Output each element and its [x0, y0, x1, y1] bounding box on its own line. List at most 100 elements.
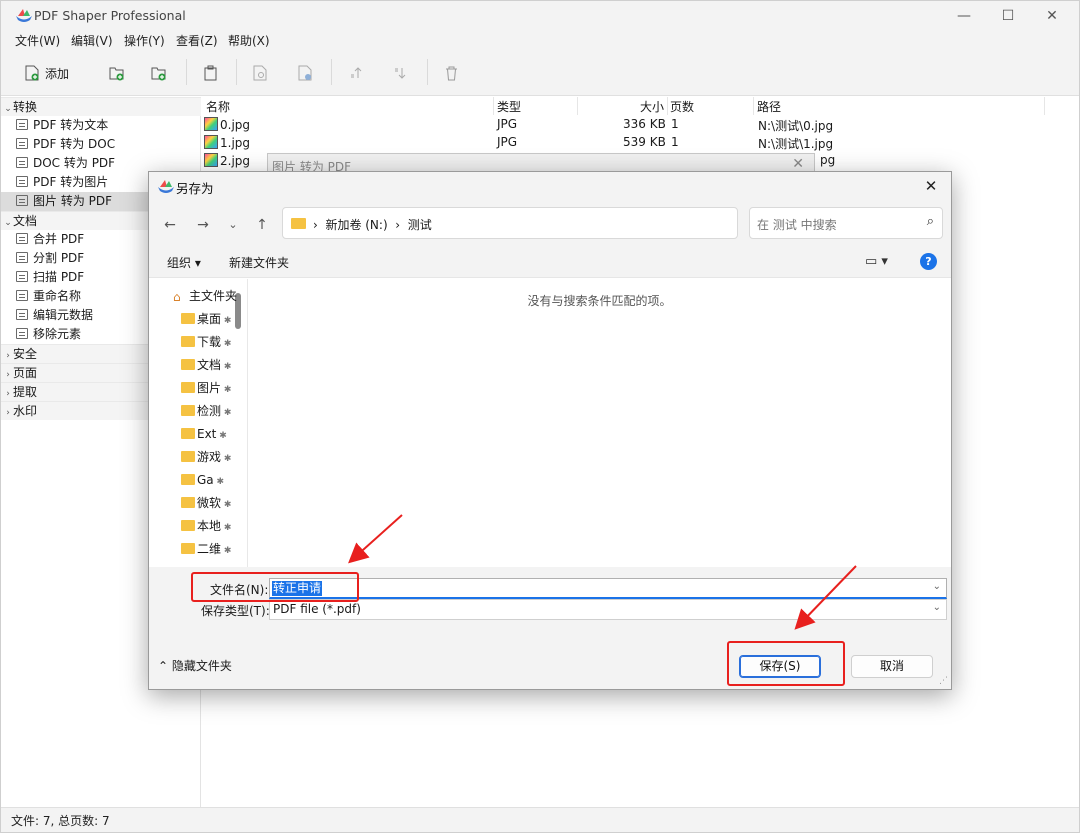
filetype-value: PDF file (*.pdf) [273, 602, 361, 616]
preview-file-icon [253, 65, 267, 81]
dialog-title-bar: 另存为 ✕ [149, 172, 951, 200]
document-icon [16, 290, 28, 301]
hide-folders-toggle[interactable]: ⌃ 隐藏文件夹 [158, 657, 232, 674]
search-box[interactable]: 在 测试 中搜索 ⌕ [749, 207, 943, 239]
app-logo-icon [158, 180, 174, 193]
file-row[interactable]: 0.jpg JPG 336 KB 1 N:\测试\0.jpg [201, 116, 1079, 134]
document-icon [16, 309, 28, 320]
address-bar[interactable]: › 新加卷 (N:) › 测试 ⌄ ↻ [282, 207, 862, 239]
filetype-select[interactable]: PDF file (*.pdf) ⌄ [269, 599, 947, 620]
move-down-button [393, 63, 407, 83]
chevron-right-icon: › [6, 408, 10, 418]
help-icon[interactable]: ? [920, 253, 937, 270]
menu-file[interactable]: 文件(W) [15, 32, 60, 49]
column-name[interactable]: 名称 [206, 98, 230, 115]
nav-pane-item[interactable]: 桌面 ✱ [181, 308, 255, 330]
folder-icon [181, 543, 195, 554]
resize-grip-icon[interactable]: ⋰ [939, 676, 948, 686]
nav-pane-item[interactable]: 游戏 ✱ [181, 446, 255, 468]
folder-icon [181, 405, 195, 416]
nav-pane-item[interactable]: 本地 ✱ [181, 515, 255, 537]
file-content-pane: 没有与搜索条件匹配的项。 [248, 279, 951, 567]
add-folder-icon [109, 67, 124, 81]
close-icon[interactable]: ✕ [792, 156, 804, 172]
menu-help[interactable]: 帮助(X) [228, 32, 270, 49]
search-icon[interactable]: ⌕ [927, 214, 934, 229]
filetype-dropdown-icon[interactable]: ⌄ [933, 602, 941, 613]
nav-pane-item[interactable]: ⌂ 主文件夹 [173, 285, 247, 307]
nav-pane-label: Ext [197, 427, 217, 441]
toolbar-separator [427, 59, 428, 85]
close-window-button[interactable]: ✕ [1029, 1, 1075, 31]
document-icon [16, 119, 28, 130]
tree-item[interactable]: PDF 转为 DOC [1, 135, 201, 154]
menu-bar: 文件(W) 编辑(V) 操作(Y) 查看(Z) 帮助(X) [1, 31, 1079, 49]
back-arrow-icon[interactable]: ← [159, 214, 181, 236]
toolbar-separator [236, 59, 237, 85]
recent-chevron-down-icon[interactable]: ⌄ [222, 214, 244, 236]
menu-view[interactable]: 查看(Z) [176, 32, 218, 49]
toolbar-separator [186, 59, 187, 85]
minimize-button[interactable]: — [941, 1, 987, 31]
up-arrow-icon[interactable]: ↑ [251, 214, 273, 236]
tree-label: PDF 转为 DOC [33, 137, 116, 151]
document-icon [16, 176, 28, 187]
app-logo-icon [16, 9, 32, 22]
organize-button[interactable]: 组织 ▾ [167, 254, 201, 271]
pin-icon: ✱ [221, 523, 232, 533]
menu-edit[interactable]: 编辑(V) [71, 32, 113, 49]
add-button[interactable]: 添加 [25, 63, 69, 83]
filename-input[interactable]: 转正申请 ⌄ [269, 578, 947, 599]
nav-pane-item[interactable]: 微软 ✱ [181, 492, 255, 514]
document-icon [16, 328, 28, 339]
arrow-down-icon [395, 68, 406, 79]
maximize-button[interactable]: ☐ [985, 1, 1031, 31]
nav-pane-item[interactable]: Ext ✱ [181, 423, 255, 445]
column-size[interactable]: 大小 [640, 98, 664, 115]
column-path[interactable]: 路径 [757, 98, 781, 115]
folder-icon [181, 497, 195, 508]
menu-action[interactable]: 操作(Y) [124, 32, 165, 49]
folder-icon [181, 382, 195, 393]
file-info-icon [298, 65, 312, 81]
forward-arrow-icon[interactable]: → [192, 214, 214, 236]
file-row[interactable]: 1.jpg JPG 539 KB 1 N:\测试\1.jpg [201, 134, 1079, 152]
view-options-icon[interactable]: ▭ ▾ [865, 254, 888, 269]
folder-icon [181, 451, 195, 462]
chevron-up-icon: ⌃ [158, 659, 169, 673]
nav-pane-item[interactable]: 下载 ✱ [181, 331, 255, 353]
document-icon [16, 138, 28, 149]
nav-pane-item[interactable]: Ga ✱ [181, 469, 255, 491]
breadcrumb-drive[interactable]: 新加卷 (N:) [325, 218, 387, 232]
column-type[interactable]: 类型 [497, 98, 521, 115]
arrow-up-icon [351, 67, 362, 78]
dialog-close-button[interactable]: ✕ [919, 175, 943, 197]
save-as-dialog: 另存为 ✕ ← → ⌄ ↑ › 新加卷 (N:) › 测试 ⌄ ↻ 在 测试 中… [148, 171, 952, 690]
nav-pane-item[interactable]: 二维 ✱ [181, 538, 255, 560]
tree-item[interactable]: PDF 转为文本 [1, 116, 201, 135]
add-folder-button[interactable] [109, 63, 125, 83]
tree-label: 提取 [13, 385, 38, 399]
nav-pane-item[interactable]: 检测 ✱ [181, 400, 255, 422]
tree-category[interactable]: ⌄转换 [1, 97, 201, 116]
folder-icon [181, 336, 195, 347]
document-icon [16, 271, 28, 282]
dialog-title: 另存为 [176, 181, 214, 196]
file-info-button [298, 63, 312, 83]
nav-pane-item[interactable]: 文档 ✱ [181, 354, 255, 376]
filename-dropdown-icon[interactable]: ⌄ [933, 581, 941, 592]
paste-button[interactable] [204, 63, 217, 83]
cancel-button[interactable]: 取消 [851, 655, 933, 678]
navigation-pane: ⌂ 主文件夹 桌面 ✱ 下载 ✱ 文档 ✱ 图片 ✱ 检测 ✱ Ext ✱ 游戏 ✱ Ga ✱ 微软… [149, 279, 247, 567]
file-list-header: 名称 类型 大小 页数 路径 [201, 97, 1079, 115]
app-title: PDF Shaper Professional [34, 8, 186, 23]
document-icon [16, 195, 28, 206]
column-pages[interactable]: 页数 [670, 98, 694, 115]
nav-pane-label: 微软 [197, 496, 222, 510]
new-folder-button[interactable]: 新建文件夹 [229, 254, 289, 271]
breadcrumb-folder[interactable]: 测试 [408, 218, 432, 232]
add-subfolder-button[interactable] [151, 63, 167, 83]
annotation-box-filename [191, 572, 359, 602]
nav-pane-item[interactable]: 图片 ✱ [181, 377, 255, 399]
filetype-label: 保存类型(T): [201, 604, 270, 618]
